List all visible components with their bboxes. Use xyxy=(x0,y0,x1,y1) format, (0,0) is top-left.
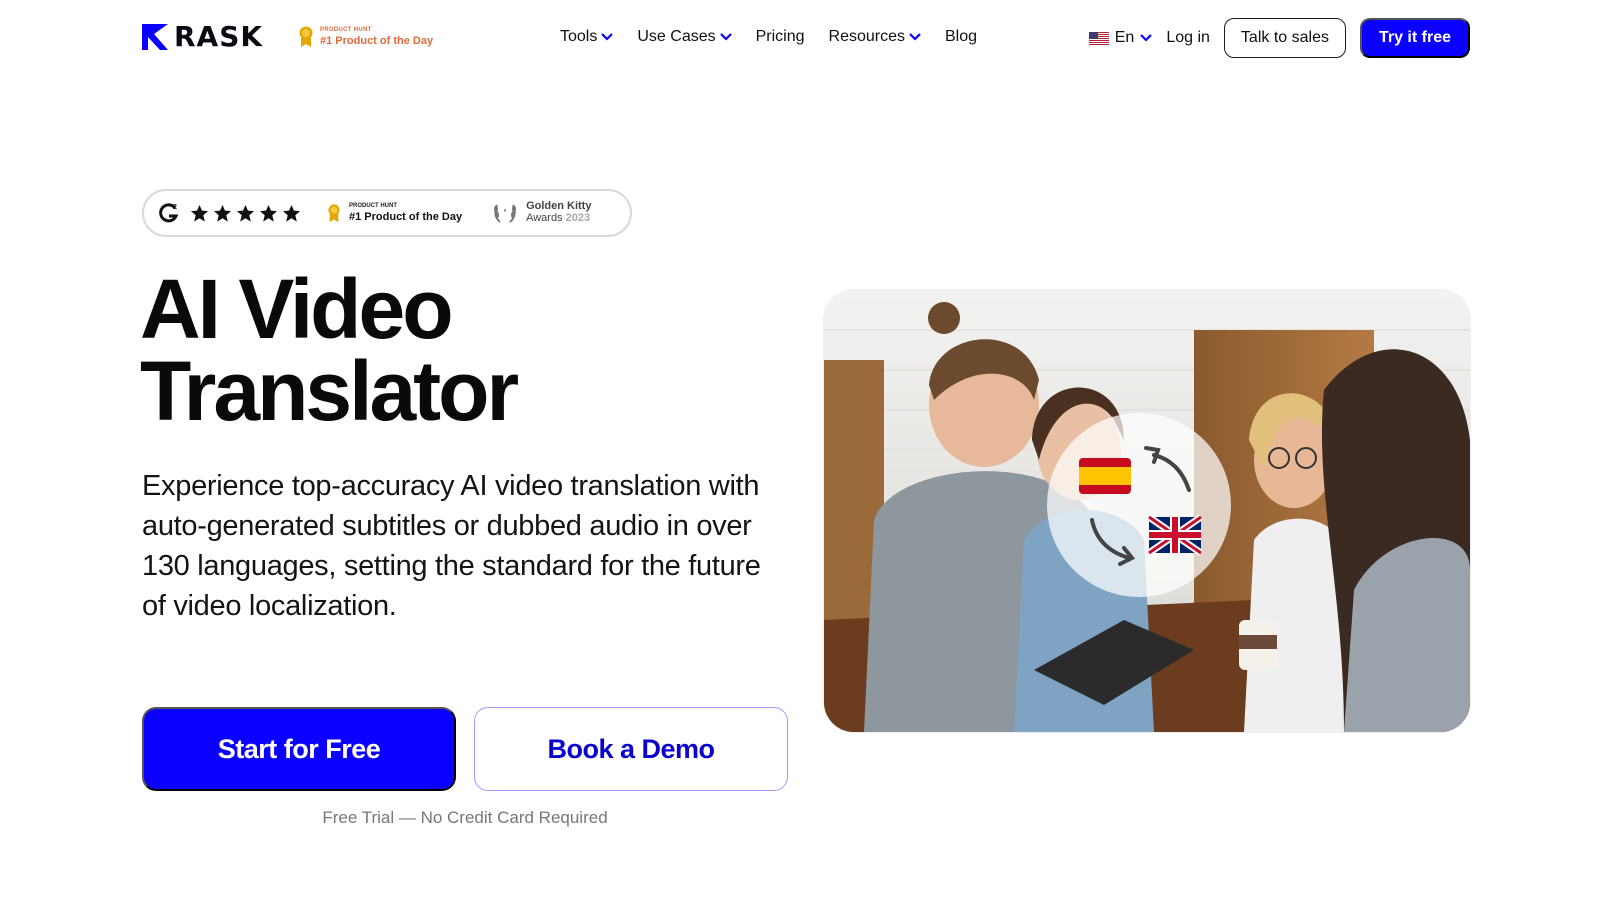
language-selector[interactable]: En xyxy=(1088,29,1153,47)
rask-logo[interactable]: RASK xyxy=(142,20,264,53)
free-trial-note: Free Trial — No Credit Card Required xyxy=(322,808,608,827)
award-golden-kitty: Golden Kitty Awards 2023 xyxy=(492,200,591,226)
uk-flag-icon xyxy=(1147,514,1203,556)
rating-stars xyxy=(190,204,301,223)
nav-tools-label: Tools xyxy=(560,28,598,45)
star-icon xyxy=(213,204,232,222)
hero-title-line-1: AI Video xyxy=(140,262,454,356)
nav-resources-label: Resources xyxy=(828,28,905,45)
try-free-button[interactable]: Try it free xyxy=(1359,18,1470,58)
hero-description: Experience top-accuracy AI video transla… xyxy=(142,470,761,622)
award-gk-year: 2023 xyxy=(565,212,591,224)
language-label: En xyxy=(1114,29,1135,46)
talk-to-sales-button[interactable]: Talk to sales xyxy=(1223,18,1346,58)
start-for-free-button[interactable]: Start for Free xyxy=(142,707,456,791)
chevron-down-icon xyxy=(719,33,732,41)
star-icon xyxy=(190,204,209,222)
hero-image xyxy=(824,290,1470,732)
chevron-down-icon xyxy=(1140,34,1153,42)
star-icon xyxy=(259,204,278,222)
award-product-hunt: PRODUCT HUNT #1 Product of the Day xyxy=(327,203,462,223)
nav-pricing[interactable]: Pricing xyxy=(756,28,805,46)
award-ph-label: #1 Product of the Day xyxy=(349,211,463,223)
award-gk-sub: Awards xyxy=(526,212,563,224)
spain-flag-icon xyxy=(1079,458,1131,494)
main-nav: Tools Use Cases Pricing Resources Blog xyxy=(560,28,977,46)
nav-blog[interactable]: Blog xyxy=(945,28,977,46)
header-actions: En Log in Talk to sales Try it free xyxy=(1088,18,1470,58)
rask-logo-icon xyxy=(142,24,168,50)
hero-title-line-2: Translator xyxy=(140,344,519,438)
nav-blog-label: Blog xyxy=(945,28,978,45)
ph-small-label: PRODUCT HUNT xyxy=(320,27,372,33)
half-star-icon xyxy=(282,204,301,222)
chevron-down-icon xyxy=(601,33,614,41)
hero-title: AI Video Translator xyxy=(140,262,780,438)
ph-badge-label: #1 Product of the Day xyxy=(320,35,434,47)
nav-use-cases-label: Use Cases xyxy=(637,28,716,45)
g2-logo-icon: 2 xyxy=(159,203,179,223)
nav-pricing-label: Pricing xyxy=(755,28,805,45)
award-ph-small: PRODUCT HUNT xyxy=(349,203,397,209)
us-flag-icon xyxy=(1088,31,1109,45)
book-demo-button[interactable]: Book a Demo xyxy=(474,707,788,791)
nav-use-cases[interactable]: Use Cases xyxy=(637,28,732,46)
medal-icon xyxy=(328,203,340,222)
nav-tools[interactable]: Tools xyxy=(560,28,614,46)
nav-resources[interactable]: Resources xyxy=(829,28,921,46)
hero-photo-illustration xyxy=(824,290,1470,732)
laurel-wreath-icon xyxy=(494,204,517,223)
svg-text:2: 2 xyxy=(173,204,177,211)
star-icon xyxy=(236,204,255,222)
chevron-down-icon xyxy=(909,33,921,41)
login-link[interactable]: Log in xyxy=(1166,29,1210,47)
product-hunt-badge[interactable]: PRODUCT HUNT #1 Product of the Day xyxy=(298,26,433,48)
logo-text: RASK xyxy=(174,20,264,53)
medal-icon xyxy=(299,26,313,47)
site-header: RASK PRODUCT HUNT #1 Product of the Day … xyxy=(0,0,1600,78)
awards-strip: 2 PRODUCT HUNT #1 Product of the Day Gol… xyxy=(142,189,632,237)
